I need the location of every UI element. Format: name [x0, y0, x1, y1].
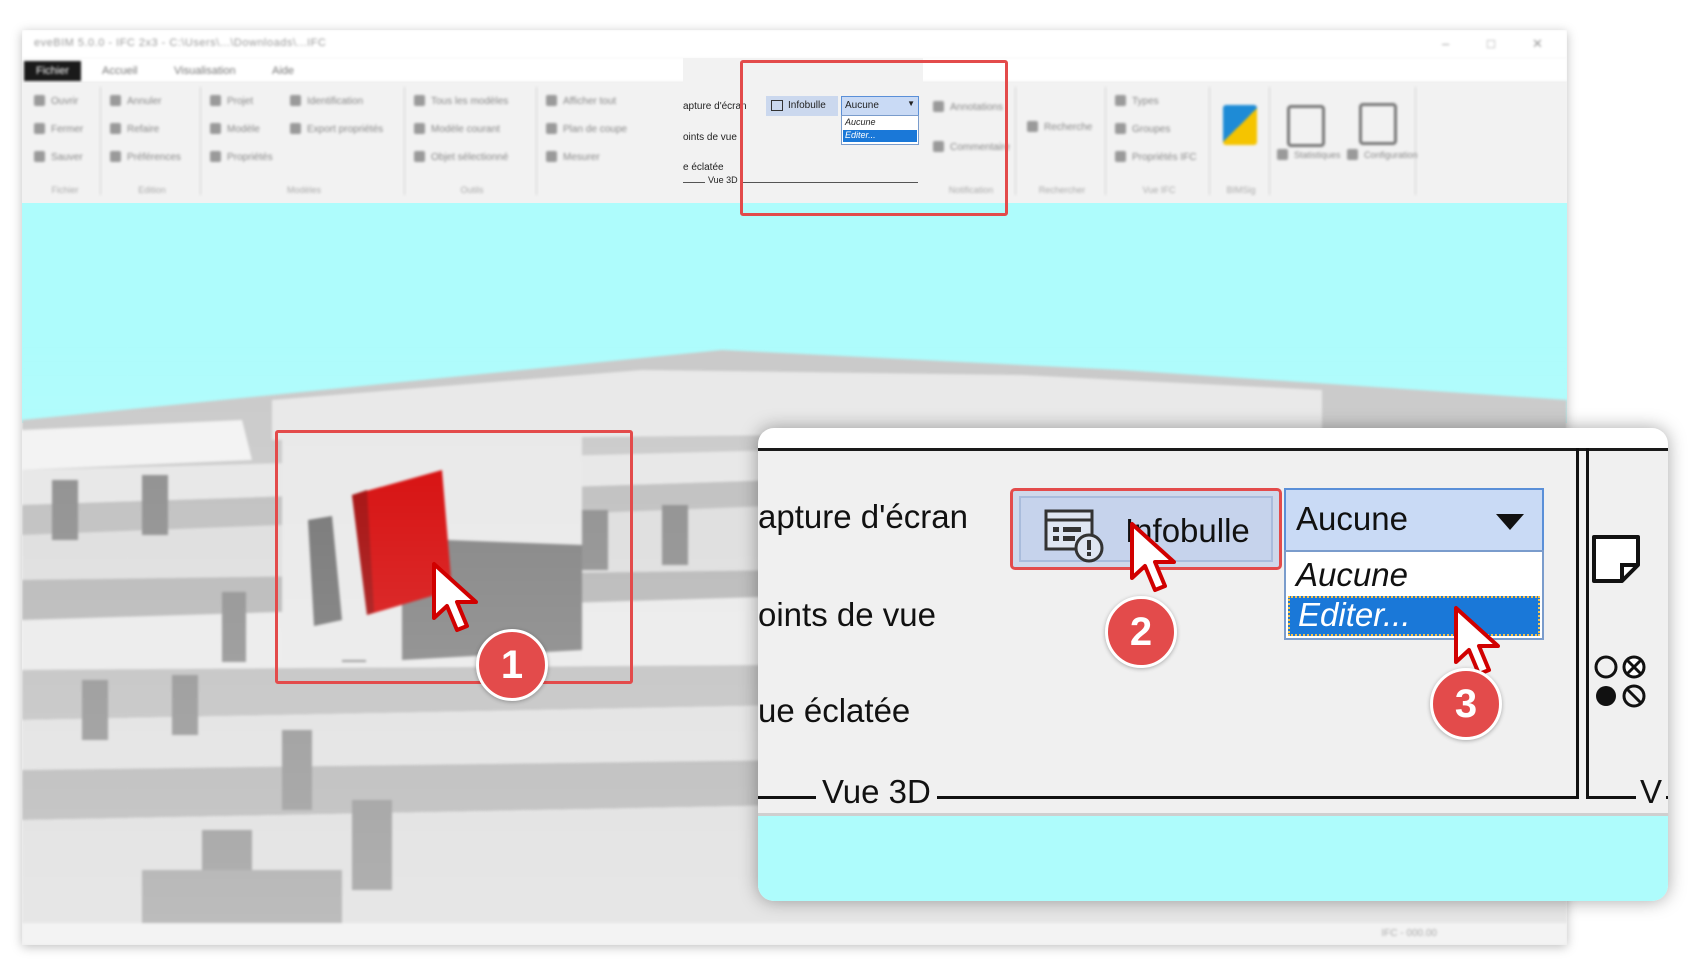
mini-group-caption: Vue 3D: [705, 175, 741, 185]
ribbon-group-vue-ifc: Types Groupes Propriétés IFC Vue IFC: [1109, 87, 1210, 195]
dropdown-arrow-icon: [1496, 514, 1524, 530]
ribbon-group-bimsig: BIMSig: [1213, 87, 1270, 195]
ribbon-group-edition: Annuler Refaire Préférences Edition: [104, 87, 201, 195]
ribbon-item[interactable]: Propriétés: [210, 151, 273, 165]
ribbon-item[interactable]: Tous les modèles: [414, 95, 508, 109]
ribbon-item[interactable]: Préférences: [110, 151, 181, 165]
group-separator: [1586, 448, 1589, 799]
configuration-icon[interactable]: [1359, 103, 1397, 145]
bimsig-icon[interactable]: [1223, 105, 1257, 145]
cursor-icon: [1130, 522, 1176, 592]
tab-visualisation[interactable]: Visualisation: [162, 61, 248, 81]
group-caption: Outils: [460, 185, 484, 195]
ribbon-item[interactable]: Afficher tout: [546, 95, 616, 109]
title-bar: eveBIM 5.0.0 - IFC 2x3 - C:\Users\...\Do…: [22, 30, 1567, 58]
ribbon-item: Statistiques: [1277, 149, 1341, 163]
statistics-icon[interactable]: [1287, 105, 1325, 147]
ribbon-item[interactable]: Sauver: [34, 151, 83, 165]
highlight-ribbon-area: [740, 60, 1008, 216]
points-de-vue-label[interactable]: oints de vue: [758, 596, 936, 634]
points-de-vue-label[interactable]: oints de vue: [683, 132, 737, 143]
ribbon-item[interactable]: Modèle courant: [414, 123, 500, 137]
cursor-icon: [432, 562, 478, 632]
option-editer[interactable]: Editer...: [1298, 596, 1411, 634]
tab-accueil[interactable]: Accueil: [90, 61, 149, 81]
ribbon-item[interactable]: Modèle: [210, 123, 260, 137]
window-title: eveBIM 5.0.0 - IFC 2x3 - C:\Users\...\Do…: [34, 37, 327, 49]
group-caption: BIMSig: [1226, 185, 1256, 195]
ribbon-group-rechercher: Recherche Rechercher: [1019, 87, 1106, 195]
ribbon-group-fichier: Ouvrir Fermer Sauver Fichier: [30, 87, 101, 195]
capture-ecran-label[interactable]: apture d'écran: [758, 498, 968, 536]
status-text: IFC - 000.00: [1381, 928, 1437, 939]
ribbon-item[interactable]: Plan de coupe: [546, 123, 627, 137]
vue-eclatee-label[interactable]: ue éclatée: [758, 692, 910, 730]
tooltip-icon: [1044, 509, 1104, 563]
combo-value: Aucune: [1296, 500, 1408, 537]
step-badge-1: 1: [476, 629, 548, 701]
group-caption: Rechercher: [1038, 185, 1086, 195]
ribbon-group-statistiques: Statistiques Configuration: [1273, 87, 1418, 195]
ribbon-item[interactable]: Annuler: [110, 95, 161, 109]
zoom-ribbon: apture d'écran oints de vue ue éclatée I…: [758, 448, 1668, 818]
group-caption-vue3d: Vue 3D: [816, 773, 937, 811]
zoom-panel: apture d'écran oints de vue ue éclatée I…: [758, 428, 1668, 901]
ribbon-group-vue: Afficher tout Plan de coupe Mesurer: [540, 87, 680, 195]
ribbon-item[interactable]: Groupes: [1115, 123, 1170, 137]
ribbon-item[interactable]: Ouvrir: [34, 95, 78, 109]
ribbon-item: Configuration: [1347, 149, 1418, 163]
ribbon-item[interactable]: Types: [1115, 95, 1159, 109]
vue-eclatee-label[interactable]: e éclatée: [683, 162, 724, 173]
minimize-button[interactable]: –: [1442, 36, 1449, 51]
group-separator: [1576, 448, 1579, 799]
capture-ecran-label[interactable]: apture d'écran: [683, 101, 747, 112]
group-caption: Fichier: [51, 185, 79, 195]
group-caption: Edition: [138, 185, 166, 195]
ribbon-item[interactable]: Export propriétés: [290, 123, 383, 137]
step-badge-3: 3: [1430, 668, 1502, 740]
next-group-caption: V: [1636, 773, 1667, 811]
tab-fichier[interactable]: Fichier: [24, 61, 82, 81]
status-bar: IFC - 000.00: [22, 923, 1567, 945]
ribbon-item[interactable]: Fermer: [34, 123, 83, 137]
option-aucune[interactable]: Aucune: [1296, 556, 1408, 594]
maximize-button[interactable]: □: [1487, 36, 1495, 51]
ribbon-item[interactable]: Mesurer: [546, 151, 600, 165]
ribbon-item[interactable]: Objet sélectionné: [414, 151, 508, 165]
group-caption: Modèles: [286, 185, 322, 195]
tab-aide[interactable]: Aide: [260, 61, 306, 81]
ribbon-item[interactable]: Recherche: [1027, 121, 1092, 135]
ribbon-item[interactable]: Propriétés IFC: [1115, 151, 1196, 165]
ribbon-item[interactable]: Projet: [210, 95, 253, 109]
group-caption: Vue IFC: [1142, 185, 1176, 195]
step-badge-2: 2: [1105, 596, 1177, 668]
ribbon-item[interactable]: Identification: [290, 95, 363, 109]
ribbon-group-modeles: Projet Modèle Propriétés Identification …: [204, 87, 405, 195]
ribbon-group-outils: Tous les modèles Modèle courant Objet sé…: [408, 87, 537, 195]
close-button[interactable]: ✕: [1532, 36, 1543, 52]
infobulle-combo[interactable]: Aucune: [1284, 488, 1544, 552]
circles-icon[interactable]: [1592, 653, 1652, 713]
ribbon-item[interactable]: Refaire: [110, 123, 159, 137]
highlight-3d-selection: [275, 430, 633, 684]
zoom-viewport-sky: [758, 813, 1668, 901]
note-icon[interactable]: [1590, 533, 1644, 585]
